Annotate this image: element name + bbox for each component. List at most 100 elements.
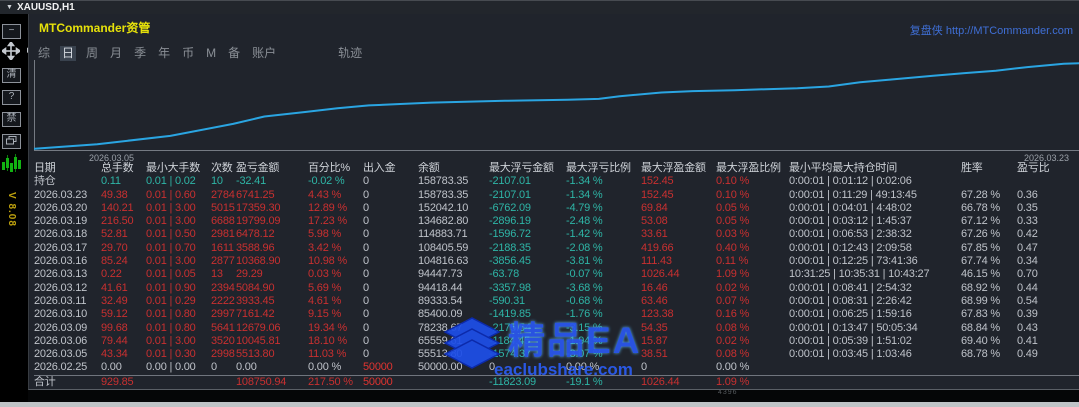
table-cell: 5015 <box>211 201 235 214</box>
table-cell: 49.38 <box>101 188 128 201</box>
table-cell: 0:00:01 | 0:13:47 | 50:05:34 <box>789 321 918 334</box>
table-cell: 2026.03.23 <box>34 188 88 201</box>
table-cell: 85400.09 <box>418 308 463 321</box>
table-cell: 152042.10 <box>418 201 469 214</box>
table-cell: 0.00 % <box>716 361 750 374</box>
table-cell: 67.83 % <box>961 308 1000 321</box>
column-header: 日期 <box>34 162 56 174</box>
menu-item-M[interactable]: M <box>204 46 218 61</box>
table-row: 2026.03.11 32.49 0.01 | 0.29 2222 3933.45 4.6… <box>34 295 1079 308</box>
table-cell: 67.26 % <box>961 228 1000 241</box>
table-cell: 10.98 % <box>308 255 347 268</box>
table-cell: 2222 <box>211 294 235 307</box>
table-cell: 78238.67 <box>418 321 463 334</box>
menu-item-账户[interactable]: 账户 <box>250 46 278 61</box>
table-cell: 419.66 <box>641 241 674 254</box>
panel-title: MTCommander资管 <box>39 21 151 35</box>
table-cell: 19799.09 <box>236 215 281 228</box>
table-cell: 0 <box>363 268 369 281</box>
table-cell: 1026.44 <box>641 375 680 388</box>
table-cell: -6762.09 <box>489 201 531 214</box>
table-cell: 2026.03.16 <box>34 255 88 268</box>
table-cell: 0:00:01 | 0:12:43 | 2:09:58 <box>789 241 912 254</box>
table-cell: 29.29 <box>236 268 263 281</box>
table-cell: 54.35 <box>641 321 668 334</box>
table-row: 2026.03.05 43.34 0.01 | 0.30 2998 5513.80 11.… <box>34 348 1079 361</box>
brand-name: 复盘侠 <box>909 25 943 37</box>
table-cell: -1.94 % <box>566 334 603 347</box>
menu-item-季[interactable]: 季 <box>132 46 148 61</box>
table-cell: 2026.03.06 <box>34 334 88 347</box>
table-cell: 0.70 <box>1017 268 1038 281</box>
table-cell: 108750.94 <box>236 375 287 388</box>
menu-item-周[interactable]: 周 <box>84 46 100 61</box>
table-cell: 10:31:25 | 10:35:31 | 10:43:27 <box>789 268 930 281</box>
table-cell: 1.09 % <box>716 375 750 388</box>
column-header: 总手数 <box>101 162 134 174</box>
column-header: 出入金 <box>363 162 396 174</box>
table-cell: 1026.44 <box>641 268 680 281</box>
table-cell: 79.44 <box>101 334 128 347</box>
table-cell: 19.34 % <box>308 321 347 334</box>
menu-item-综[interactable]: 综 <box>36 46 52 61</box>
table-cell: 0.08 % <box>716 321 750 334</box>
table-cell: 0 <box>363 241 369 254</box>
table-cell: -63.78 <box>489 268 519 281</box>
table-cell: 0.08 % <box>716 348 750 361</box>
table-cell <box>211 376 236 389</box>
table-cell: 1611 <box>211 241 234 254</box>
table-cell: 0.00 % <box>566 361 600 374</box>
table-cell: 0 <box>363 215 369 228</box>
table-row: 2026.03.06 79.44 0.01 | 3.00 3520 10045.81 18… <box>34 335 1079 348</box>
candles-icon[interactable] <box>2 154 24 172</box>
table-cell: 3520 <box>211 334 235 347</box>
help-button[interactable]: ? <box>2 90 21 105</box>
table-cell: -0.02 % <box>308 175 345 188</box>
table-cell: -1.34 % <box>566 175 603 188</box>
move-icon[interactable] <box>2 42 20 60</box>
table-cell: -1419.85 <box>489 308 531 321</box>
table-row: 持仓 0.11 0.01 | 0.02 10 -32.41 -0.02 % 0 158783.… <box>34 175 1079 188</box>
table-cell: 68.99 % <box>961 294 1000 307</box>
table-cell: 0.03 % <box>716 228 750 241</box>
table-cell: 94418.44 <box>418 281 463 294</box>
brand-link[interactable]: 复盘侠 http://MTCommander.com <box>910 22 1073 38</box>
column-header: 最大浮盈比例 <box>716 162 781 174</box>
table-cell: 50000.00 <box>418 361 463 374</box>
table-cell: -2107.01 <box>489 175 531 188</box>
table-cell: 68.92 % <box>961 281 1000 294</box>
table-cell: 10368.90 <box>236 255 281 268</box>
table-cell: -0.68 % <box>566 294 603 307</box>
collapse-button[interactable]: − <box>2 24 21 39</box>
table-cell: 2026.03.13 <box>34 268 88 281</box>
table-cell: 33.61 <box>641 228 668 241</box>
table-cell: 0.01 | 0.02 <box>146 175 196 188</box>
column-header: 最大浮亏比例 <box>566 162 631 174</box>
menu-item-年[interactable]: 年 <box>156 46 172 61</box>
menu-item-日[interactable]: 日 <box>60 46 77 61</box>
table-cell: 0 <box>489 361 495 374</box>
tool-sidebar: − 清 ? 禁 V 8.08 <box>0 14 28 407</box>
table-cell: 0 <box>363 255 369 268</box>
table-cell: 2026.03.17 <box>34 241 88 254</box>
menu-item-月[interactable]: 月 <box>108 46 124 61</box>
table-cell: -590.31 <box>489 294 525 307</box>
table-cell: 0.01 | 0.50 <box>146 228 196 241</box>
table-cell: 5.69 % <box>308 281 342 294</box>
table-cell: 0 <box>363 175 369 188</box>
menu-bar: 综日周月季年币 M 备账户 轨迹 <box>36 44 372 61</box>
menu-item-轨迹[interactable]: 轨迹 <box>336 46 364 61</box>
forbid-button[interactable]: 禁 <box>2 112 21 127</box>
menu-item-币[interactable]: 币 <box>180 46 196 61</box>
window-restore-button[interactable] <box>2 134 21 149</box>
table-cell: 5084.90 <box>236 281 275 294</box>
clear-button[interactable]: 清 <box>2 68 21 83</box>
symbol-period-label[interactable]: XAUUSD,H1 <box>17 2 75 13</box>
version-label: V 8.08 <box>6 192 17 227</box>
table-cell: 0.42 <box>1017 228 1038 241</box>
table-cell: 0 <box>641 361 647 374</box>
chevron-down-icon[interactable]: ▼ <box>6 4 13 11</box>
table-cell: 85.24 <box>101 255 128 268</box>
table-cell: 0.01 | 0.29 <box>146 294 196 307</box>
menu-item-备[interactable]: 备 <box>226 46 242 61</box>
